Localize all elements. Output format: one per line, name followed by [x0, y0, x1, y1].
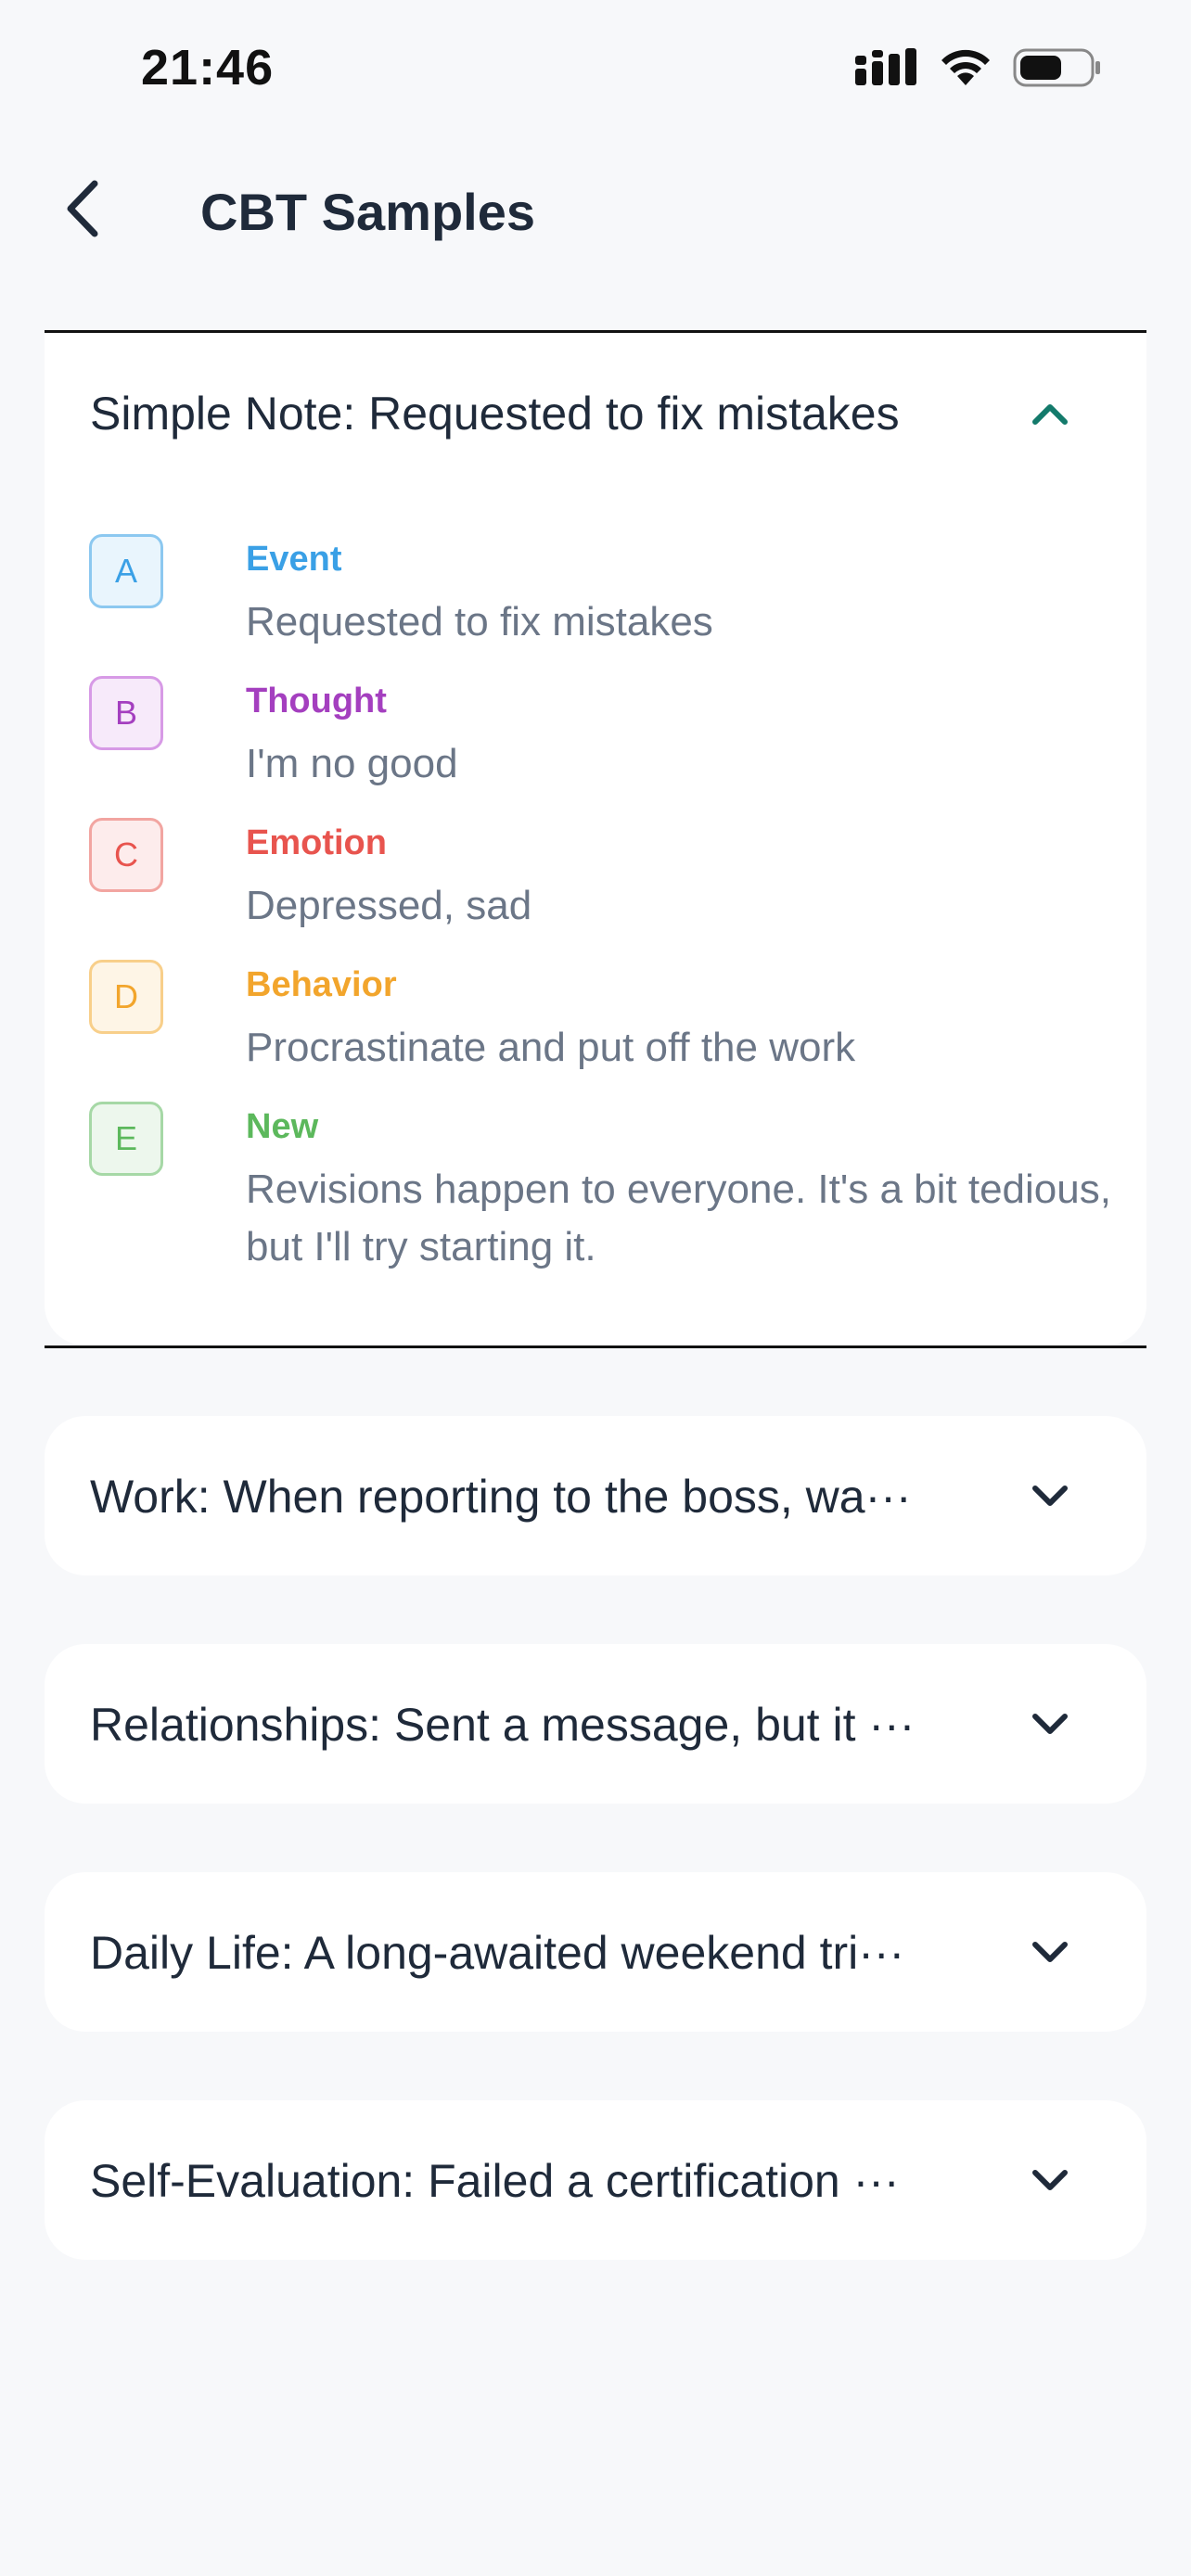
- value-behavior: Procrastinate and put off the work: [246, 1025, 856, 1070]
- label-thought: Thought: [246, 682, 387, 721]
- value-new: Revisions happen to everyone. It's a bit…: [246, 1167, 1111, 1269]
- battery-icon: [1013, 48, 1100, 87]
- collapsed-card-title: Self-Evaluation: Failed a certification …: [90, 2155, 900, 2207]
- wifi-icon: [941, 49, 990, 85]
- page-title: CBT Samples: [200, 183, 535, 241]
- label-event: Event: [246, 540, 342, 579]
- badge-e: E: [89, 1102, 163, 1176]
- badge-d: D: [89, 960, 163, 1034]
- label-behavior: Behavior: [246, 965, 397, 1004]
- status-bar: 21:46: [0, 0, 1191, 139]
- collapsed-card-relationships[interactable]: Relationships: Sent a message, but it ··…: [45, 1644, 1146, 1804]
- divider-bottom: [45, 1345, 1146, 1348]
- badge-a: A: [89, 534, 163, 608]
- expanded-card-title[interactable]: Simple Note: Requested to fix mistakes: [90, 387, 1018, 440]
- collapsed-card-self-evaluation[interactable]: Self-Evaluation: Failed a certification …: [45, 2100, 1146, 2260]
- collapsed-card-work[interactable]: Work: When reporting to the boss, wa···: [45, 1416, 1146, 1575]
- badge-c: C: [89, 818, 163, 892]
- chevron-left-icon[interactable]: [58, 176, 113, 241]
- value-thought: I'm no good: [246, 741, 458, 786]
- collapsed-card-daily-life[interactable]: Daily Life: A long-awaited weekend tri··…: [45, 1872, 1146, 2032]
- chevron-down-icon[interactable]: [1030, 1932, 1070, 1972]
- status-icons: [853, 48, 1102, 87]
- chevron-down-icon[interactable]: [1030, 2160, 1070, 2200]
- collapsed-card-title: Daily Life: A long-awaited weekend tri··…: [90, 1927, 905, 1979]
- value-emotion: Depressed, sad: [246, 883, 532, 928]
- chevron-down-icon[interactable]: [1030, 1475, 1070, 1516]
- expanded-card: Simple Note: Requested to fix mistakes A…: [45, 333, 1146, 1345]
- chevron-down-icon[interactable]: [1030, 1703, 1070, 1744]
- collapsed-card-title: Work: When reporting to the boss, wa···: [90, 1471, 912, 1523]
- chevron-up-icon[interactable]: [1030, 394, 1070, 435]
- status-time: 21:46: [141, 40, 275, 96]
- badge-b: B: [89, 676, 163, 750]
- collapsed-card-title: Relationships: Sent a message, but it ··…: [90, 1699, 916, 1751]
- value-event: Requested to fix mistakes: [246, 599, 713, 644]
- label-emotion: Emotion: [246, 823, 387, 862]
- label-new: New: [246, 1107, 319, 1146]
- signal-icon: [855, 48, 916, 85]
- header: CBT Samples: [0, 139, 1191, 278]
